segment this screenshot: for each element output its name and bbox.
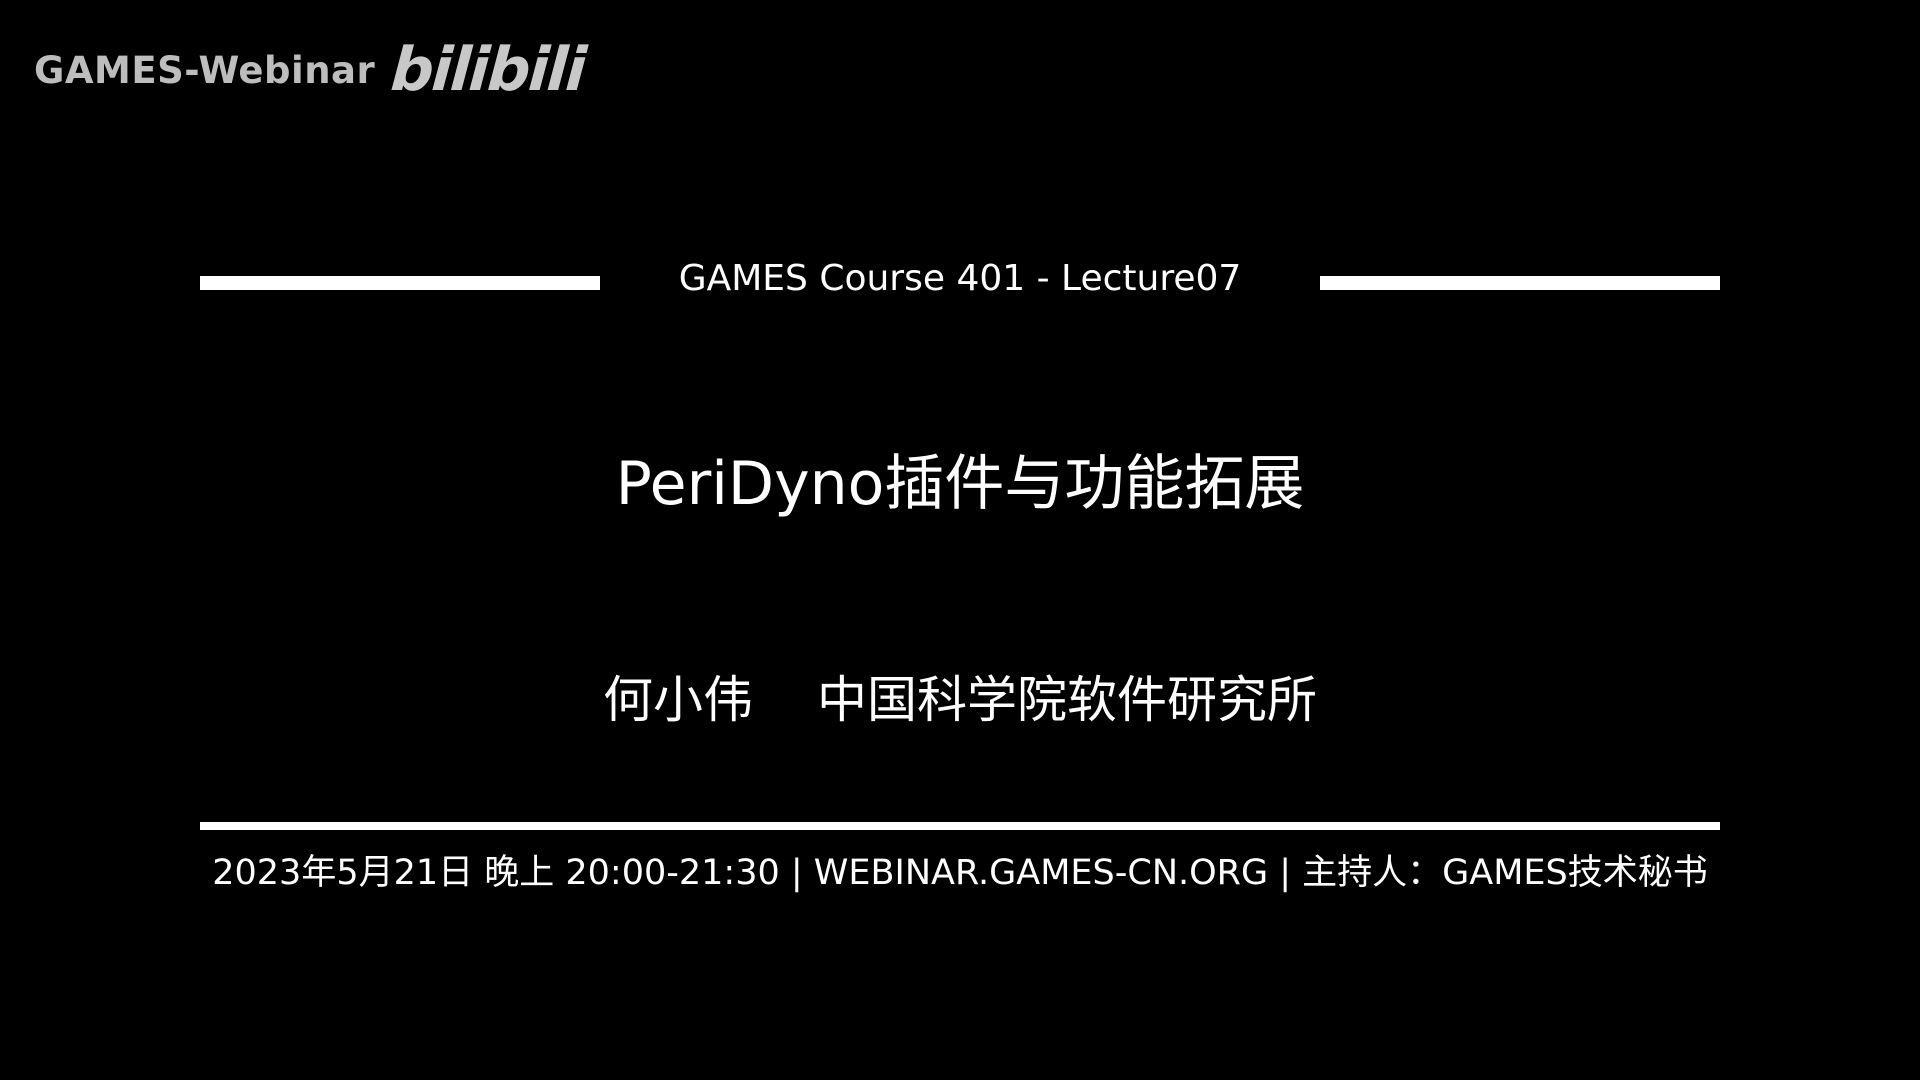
slide: GAMES-Webinar bilibili GAMES Course 401 …: [0, 0, 1920, 1080]
bilibili-logo: bilibili: [388, 35, 588, 105]
speaker-affiliation: 中国科学院软件研究所: [817, 671, 1317, 729]
speaker-name: 何小伟: [603, 671, 753, 729]
course-label: GAMES Course 401 - Lecture07: [678, 258, 1242, 299]
top-right-rule: [1320, 276, 1720, 290]
event-info: 2023年5月21日 晚上 20:00-21:30 | WEBINAR.GAME…: [212, 853, 1708, 893]
bottom-rule: [200, 822, 1720, 830]
speaker-line: 何小伟 中国科学院软件研究所: [0, 660, 1920, 732]
watermark: GAMES-Webinar bilibili: [34, 30, 588, 110]
watermark-channel: GAMES-Webinar: [34, 48, 376, 92]
slide-title: PeriDyno插件与功能拓展: [615, 449, 1305, 519]
top-left-rule: [200, 276, 600, 290]
